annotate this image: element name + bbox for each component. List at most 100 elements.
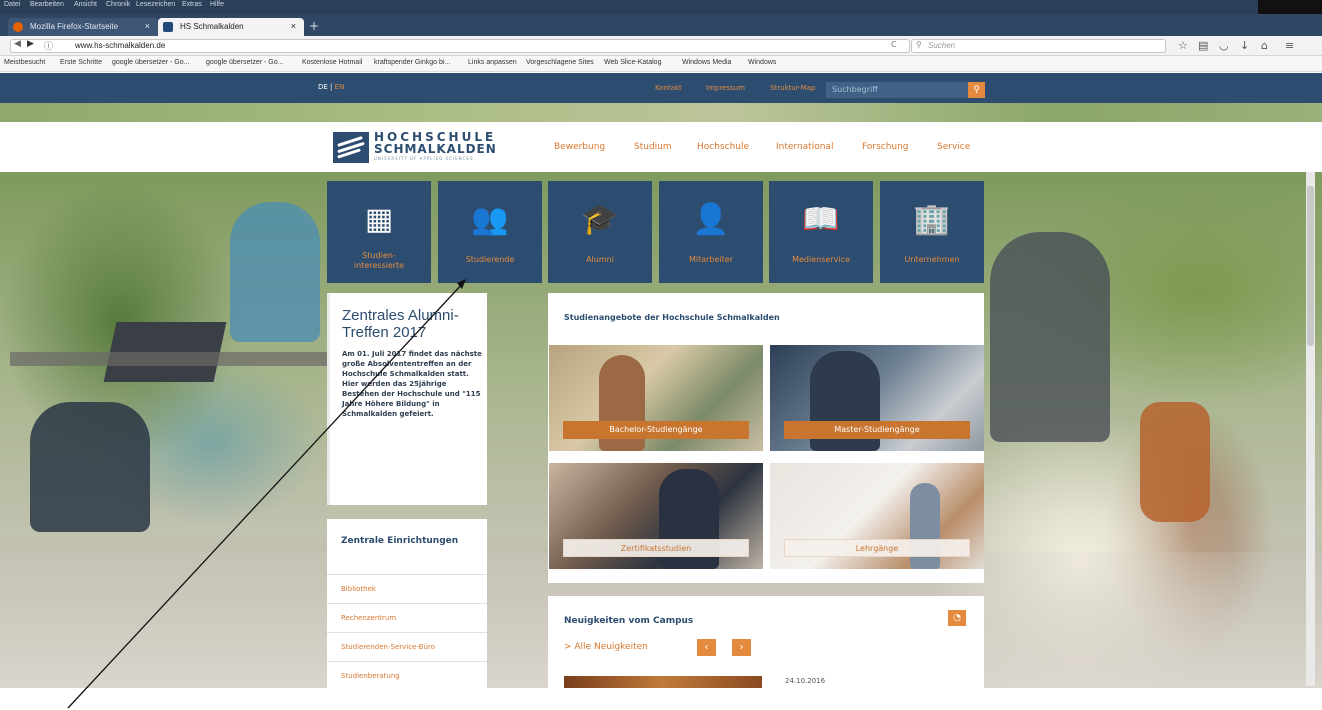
nav-forschung[interactable]: Forschung [862,142,909,152]
pocket-icon[interactable]: ◡ [1219,39,1229,52]
kontakt-link[interactable]: Kontakt [655,84,682,92]
nav-hochschule[interactable]: Hochschule [697,142,749,152]
back-icon[interactable]: ◀ [14,39,21,49]
menu-lesezeichen[interactable]: Lesezeichen [136,1,175,8]
bookmark-item[interactable]: Meistbesucht [4,59,45,66]
tab-title: Mozilla Firefox-Startseite [30,22,119,31]
university-logo-icon[interactable] [333,132,369,163]
bookmark-item[interactable]: Windows [748,59,776,66]
menu-extras[interactable]: Extras [182,1,202,8]
tab-firefox-start[interactable]: Mozilla Firefox-Startseite × [8,18,158,36]
page-bottom-strip [0,688,1322,710]
courses-card[interactable]: Lehrgänge [770,463,984,569]
tab-hs-schmalkalden[interactable]: HS Schmalkalden × [158,18,304,36]
browser-tabbar: Mozilla Firefox-Startseite × HS Schmalka… [0,14,1322,36]
certificate-programs-card[interactable]: Zertifikatsstudien [549,463,763,569]
impressum-link[interactable]: Impressum [706,84,745,92]
news-next-button[interactable]: › [732,639,751,656]
rss-icon[interactable]: ◔ [948,610,966,626]
nav-studium[interactable]: Studium [634,142,672,152]
bookmark-item[interactable]: kraftspender Ginkgo bi... [374,59,450,66]
news-card-title[interactable]: Zentrales Alumni-Treffen 2017 [342,307,483,341]
lang-de-link[interactable]: DE [318,83,328,91]
nav-international[interactable]: International [776,142,833,152]
hs-favicon-icon [163,22,173,32]
menu-ansicht[interactable]: Ansicht [74,1,97,8]
tile-mitarbeiter[interactable]: 👤 Mitarbeiter [659,181,763,283]
tile-studierende[interactable]: 👥 Studierende [438,181,542,283]
facility-link-bibliothek[interactable]: Bibliothek [327,574,487,603]
bookmark-item[interactable]: Windows Media [682,59,731,66]
bachelor-programs-card[interactable]: Bachelor-Studiengänge [549,345,763,451]
home-icon[interactable]: ⌂ [1261,39,1268,52]
close-tab-icon[interactable]: × [291,21,296,31]
nav-service[interactable]: Service [937,142,970,152]
tile-unternehmen[interactable]: 🏢 Unternehmen [880,181,984,283]
lang-separator: | [327,83,335,91]
tile-medienservice[interactable]: 📖 Medienservice [769,181,873,283]
nav-bewerbung[interactable]: Bewerbung [554,142,605,152]
close-tab-icon[interactable]: × [145,21,150,31]
scrollbar-thumb[interactable] [1307,186,1314,346]
tab-title: HS Schmalkalden [180,22,244,31]
new-tab-icon[interactable]: + [309,19,319,33]
study-offers-panel: Studienangebote der Hochschule Schmalkal… [548,293,984,583]
site-search-input[interactable]: Suchbegriff [826,82,968,98]
news-thumbnail[interactable] [564,676,762,688]
news-card-text: Am 01. Juli 2017 findet das nächste groß… [342,350,482,418]
tile-alumni[interactable]: 🎓 Alumni [548,181,652,283]
info-icon[interactable]: ⓘ [44,39,53,52]
bookmark-star-icon[interactable]: ☆ [1178,39,1188,52]
bookmark-item[interactable]: Kostenlose Hotmail [302,59,362,66]
facility-link-service-buero[interactable]: Studierenden-Service-Büro [327,632,487,661]
logo-text-schmalkalden[interactable]: SCHMALKALDEN [374,142,497,156]
master-label[interactable]: Master-Studiengänge [784,421,970,439]
bachelor-label[interactable]: Bachelor-Studiengänge [563,421,749,439]
certificate-label[interactable]: Zertifikatsstudien [563,539,749,557]
url-bar[interactable]: www.hs-schmalkalden.de [10,39,910,53]
campus-news-panel: Neuigkeiten vom Campus ◔ > Alle Neuigkei… [548,596,984,688]
site-top-bar: DE | EN Kontakt Impressum Struktur-Map S… [0,73,1322,103]
browser-search-input[interactable]: ⚲ Suchen [911,39,1166,53]
bookmark-item[interactable]: Links anpassen [468,59,517,66]
facility-link-rechenzentrum[interactable]: Rechenzentrum [327,603,487,632]
bookmark-item[interactable]: Erste Schritte [60,59,102,66]
alumni-news-card[interactable]: Zentrales Alumni-Treffen 2017 Am 01. Jul… [327,293,487,505]
person-right-shape [990,232,1110,442]
download-icon[interactable]: ↓ [1240,39,1249,52]
search-icon: ⚲ [916,40,922,49]
master-programs-card[interactable]: Master-Studiengänge [770,345,984,451]
language-switch: DE | EN [318,83,344,91]
menu-hilfe[interactable]: Hilfe [210,1,224,8]
facility-link-studienberatung[interactable]: Studienberatung [327,661,487,690]
logo-subtitle: UNIVERSITY OF APPLIED SCIENCES [374,156,474,161]
tile-studieninteressierte[interactable]: ▦ Studien- interessierte [327,181,431,283]
menu-chronik[interactable]: Chronik [106,1,130,8]
courses-label[interactable]: Lehrgänge [784,539,970,557]
central-facilities-box: Zentrale Einrichtungen Bibliothek Rechen… [327,519,487,688]
site-search-button[interactable]: ⚲ [968,82,985,98]
bookmarks-toolbar: Meistbesucht Erste Schritte google übers… [0,56,1322,72]
bookmark-item[interactable]: Web Slice-Katalog [604,59,661,66]
bookmark-item[interactable]: Vorgeschlagene Sites [526,59,594,66]
clipboard-icon[interactable]: ▤ [1198,39,1208,52]
tile-label: Mitarbeiter [688,255,734,264]
browser-navbar: www.hs-schmalkalden.de ◀ ▶ ⓘ C ⚲ Suchen … [0,36,1322,56]
menu-bearbeiten[interactable]: Bearbeiten [30,1,64,8]
browser-search-placeholder: Suchen [928,41,956,50]
struktur-map-link[interactable]: Struktur-Map [770,84,815,92]
table-shape [10,352,330,366]
forward-icon[interactable]: ▶ [27,39,34,49]
news-prev-button[interactable]: ‹ [697,639,716,656]
firefox-icon [13,22,23,32]
tile-label: Studierende [465,255,515,264]
menu-datei[interactable]: Datei [4,1,20,8]
bookmark-item[interactable]: google übersetzer - Go... [112,59,189,66]
tile-label: Medienservice [792,255,850,264]
bookmark-item[interactable]: google übersetzer - Go... [206,59,283,66]
lang-en-link[interactable]: EN [335,83,345,91]
hamburger-menu-icon[interactable]: ≡ [1285,39,1294,52]
reload-icon[interactable]: C [891,40,897,49]
all-news-link[interactable]: > Alle Neuigkeiten [564,642,648,652]
tile-label: Studien- interessierte [353,251,405,270]
